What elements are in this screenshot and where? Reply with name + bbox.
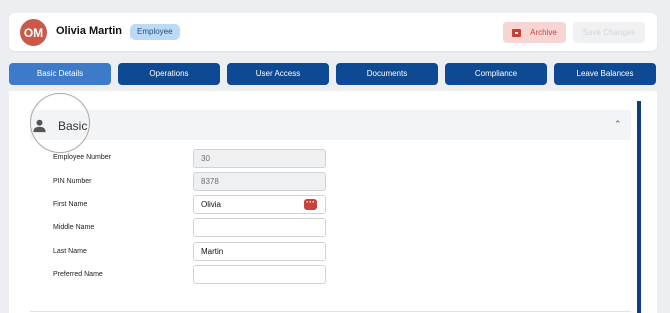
employee-name: Olivia Martin xyxy=(56,25,123,37)
avatar: OM xyxy=(20,19,47,46)
archive-button[interactable]: Archive xyxy=(503,22,566,43)
save-changes-button[interactable]: Save Changes xyxy=(573,22,645,43)
last-name-field[interactable]: Martin xyxy=(193,242,326,261)
last-name-label: Last Name xyxy=(53,248,87,255)
tab-documents[interactable]: Documents xyxy=(336,63,438,85)
preferred-name-label: Preferred Name xyxy=(53,271,103,278)
tab-basic-details[interactable]: Basic Details xyxy=(9,63,111,85)
tab-compliance[interactable]: Compliance xyxy=(445,63,547,85)
tab-leave-balances[interactable]: Leave Balances xyxy=(554,63,656,85)
first-name-label: First Name xyxy=(53,201,88,208)
employee-number-field: 30 xyxy=(193,149,326,168)
pin-number-label: PIN Number xyxy=(53,178,92,185)
scrollbar[interactable] xyxy=(637,101,641,313)
middle-name-field[interactable] xyxy=(193,218,326,237)
section-title: Basic xyxy=(58,119,88,133)
chevron-up-icon[interactable]: ⌃ xyxy=(614,119,622,130)
section-header-basic[interactable] xyxy=(30,110,631,140)
archive-button-label: Archive xyxy=(530,28,557,37)
archive-icon xyxy=(512,28,522,37)
middle-name-label: Middle Name xyxy=(53,224,95,231)
more-options-icon[interactable]: ··· xyxy=(304,198,317,210)
tab-operations[interactable]: Operations xyxy=(118,63,220,85)
employee-number-label: Employee Number xyxy=(53,154,111,161)
person-icon xyxy=(33,119,46,133)
employee-header: OM Olivia Martin Employee Archive Save C… xyxy=(9,13,657,51)
tab-user-access[interactable]: User Access xyxy=(227,63,329,85)
preferred-name-field[interactable] xyxy=(193,265,326,284)
role-badge: Employee xyxy=(130,24,180,40)
divider xyxy=(30,311,631,312)
pin-number-field: 8378 xyxy=(193,172,326,191)
